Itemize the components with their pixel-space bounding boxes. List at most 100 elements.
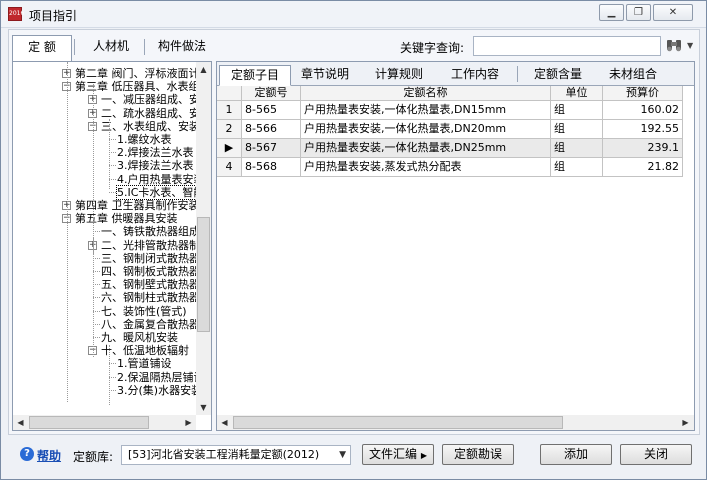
- detail-tab-bar: 定额子目 章节说明 计算规则 工作内容 定额含量 未材组合: [217, 62, 694, 86]
- table-row[interactable]: 2 8-566 户用热量表安装,一体化热量表,DN20mm 组 192.55: [217, 120, 683, 139]
- cell-price: 239.1: [603, 139, 683, 158]
- quota-library-select[interactable]: [53]河北省安装工程消耗量定额(2012) ▼: [121, 445, 351, 465]
- tree-guide-line: [109, 119, 110, 189]
- tree-item[interactable]: 六、钢制柱式散热器: [101, 291, 200, 304]
- app-icon: 2016: [8, 7, 24, 21]
- chevron-down-icon[interactable]: ▼: [339, 446, 346, 464]
- tree-connector-line: [93, 284, 100, 286]
- tree-item[interactable]: 1.螺纹水表: [117, 133, 172, 146]
- tree-connector-line: [93, 271, 100, 272]
- tree-item[interactable]: 3.分(集)水器安装: [117, 384, 202, 397]
- cell-name: 户用热量表安装,一体化热量表,DN15mm: [301, 101, 551, 120]
- binoculars-icon[interactable]: [666, 38, 682, 52]
- tree-vscroll-thumb[interactable]: [197, 217, 210, 332]
- cell-price: 160.02: [603, 101, 683, 120]
- tree-item[interactable]: 第五章 供暖器具安装: [75, 212, 178, 225]
- scroll-right-arrow-icon[interactable]: ▶: [181, 415, 196, 430]
- row-indicator[interactable]: 1: [217, 101, 242, 120]
- tree-item[interactable]: 四、钢制板式散热器: [101, 265, 200, 278]
- file-summary-label: 文件汇编: [369, 447, 418, 461]
- help-icon[interactable]: ?: [20, 447, 34, 461]
- cell-price: 192.55: [603, 120, 683, 139]
- scroll-up-arrow-icon[interactable]: ▲: [196, 62, 211, 77]
- table-row[interactable]: ▶ 8-567 户用热量表安装,一体化热量表,DN25mm 组 239.1: [217, 139, 683, 158]
- scroll-left-arrow-icon[interactable]: ◀: [217, 415, 232, 430]
- tab-component-method[interactable]: 构件做法: [151, 35, 213, 59]
- tree-connector-line: [93, 231, 100, 233]
- tab-quota-content[interactable]: 定额含量: [523, 65, 593, 85]
- tree-connector-line: [109, 152, 116, 154]
- tree-item[interactable]: 2.焊接法兰水表: [117, 146, 194, 159]
- window-title: 项目指引: [29, 9, 78, 23]
- keyword-search-input[interactable]: [473, 36, 661, 56]
- cell-name: 户用热量表安装,一体化热量表,DN25mm: [301, 139, 551, 158]
- search-options-chevron-down-icon[interactable]: ▼: [687, 41, 693, 50]
- tree-connector-line: [93, 297, 100, 299]
- tree-item[interactable]: 三、水表组成、安装: [101, 120, 200, 133]
- tab-labor-material-machine[interactable]: 人材机: [81, 35, 141, 59]
- detail-panel: 定额子目 章节说明 计算规则 工作内容 定额含量 未材组合 定额号 定额名称 单…: [216, 61, 695, 431]
- tree-guide-line: [93, 237, 94, 357]
- tree-item[interactable]: 七、装饰性(管式): [101, 305, 187, 318]
- tab-unpriced-material-combo[interactable]: 未材组合: [601, 65, 665, 85]
- tree-item[interactable]: 3.焊接法兰水表: [117, 159, 194, 172]
- close-window-button[interactable]: ✕: [653, 4, 693, 21]
- tree-item[interactable]: 1.管道铺设: [117, 357, 172, 370]
- scroll-down-arrow-icon[interactable]: ▼: [196, 400, 211, 415]
- tree-item[interactable]: 4.户用热量表安装: [117, 173, 205, 186]
- tab-chapter-notes[interactable]: 章节说明: [293, 65, 357, 85]
- tree-item[interactable]: 5.IC卡水表、智能: [115, 184, 206, 200]
- file-summary-button[interactable]: 文件汇编 ▶: [362, 444, 434, 465]
- column-header-code[interactable]: 定额号: [242, 86, 301, 101]
- tree-item[interactable]: 九、暖风机安装: [101, 331, 178, 344]
- scroll-left-arrow-icon[interactable]: ◀: [13, 415, 28, 430]
- tab-work-content[interactable]: 工作内容: [443, 65, 507, 85]
- tab-quota[interactable]: 定 额: [12, 35, 72, 61]
- tab-quota-items[interactable]: 定额子目: [219, 65, 291, 86]
- close-button[interactable]: 关闭: [620, 444, 692, 465]
- tree-vertical-scrollbar[interactable]: ▲ ▼: [196, 62, 211, 415]
- cell-unit: 组: [551, 139, 603, 158]
- restore-button[interactable]: ❐: [626, 4, 651, 21]
- help-link[interactable]: 帮助: [37, 447, 61, 464]
- cell-code: 8-565: [242, 101, 301, 120]
- cell-unit: 组: [551, 120, 603, 139]
- add-button[interactable]: 添加: [540, 444, 612, 465]
- minimize-button[interactable]: ▁: [599, 4, 624, 21]
- tree-item[interactable]: 第二章 阀门、浮标液面计: [75, 67, 200, 80]
- column-header-name[interactable]: 定额名称: [301, 86, 551, 101]
- row-indicator[interactable]: 2: [217, 120, 242, 139]
- dialog-window: 2016 项目指引 ▁ ❐ ✕ 定 额 人材机 构件做法 关键字查询: ▼ 第二…: [0, 0, 707, 480]
- tab-separator: [144, 39, 145, 55]
- tree-connector-line: [93, 257, 100, 259]
- cell-code: 8-566: [242, 120, 301, 139]
- tree-item[interactable]: 一、铸铁散热器组成: [101, 225, 200, 238]
- title-bar: 2016 项目指引 ▁ ❐ ✕: [1, 1, 706, 28]
- table-hscroll-thumb[interactable]: [233, 416, 563, 429]
- column-header-unit[interactable]: 单位: [551, 86, 603, 101]
- column-header-price[interactable]: 预算价: [603, 86, 683, 101]
- row-indicator[interactable]: 4: [217, 158, 242, 177]
- tree-item[interactable]: 八、金属复合散热器: [101, 318, 200, 331]
- tree-item[interactable]: 五、钢制壁式散热器: [101, 278, 200, 291]
- table-horizontal-scrollbar[interactable]: ◀ ▶: [217, 415, 694, 430]
- tree-hscroll-thumb[interactable]: [29, 416, 149, 429]
- table-row[interactable]: 4 8-568 户用热量表安装,蒸发式热分配表组 21.82: [217, 158, 683, 177]
- quota-errata-button[interactable]: 定额勘误: [442, 444, 514, 465]
- tree-horizontal-scrollbar[interactable]: ◀ ▶: [13, 415, 196, 430]
- tree-item[interactable]: 二、疏水器组成、安装: [101, 107, 211, 120]
- tree-connector-line: [109, 178, 116, 180]
- tree-item[interactable]: 一、减压器组成、安装: [101, 93, 211, 106]
- row-indicator[interactable]: ▶: [217, 139, 242, 158]
- tree-item[interactable]: 2.保温隔热层铺设: [117, 371, 205, 384]
- cell-unit: 组: [551, 101, 603, 120]
- tree-item[interactable]: 三、钢制闭式散热器: [101, 252, 200, 265]
- tree-item[interactable]: 十、低温地板辐射: [101, 344, 189, 357]
- tree-item[interactable]: 二、光排管散热器制: [101, 239, 200, 252]
- scroll-right-arrow-icon[interactable]: ▶: [678, 415, 693, 430]
- table-row[interactable]: 1 8-565 户用热量表安装,一体化热量表,DN15mm 组 160.02: [217, 101, 683, 120]
- tab-calculation-rules[interactable]: 计算规则: [367, 65, 431, 85]
- tree-connector-line: [93, 323, 100, 325]
- tree-connector-line: [109, 389, 116, 391]
- tree-guide-line: [93, 84, 94, 254]
